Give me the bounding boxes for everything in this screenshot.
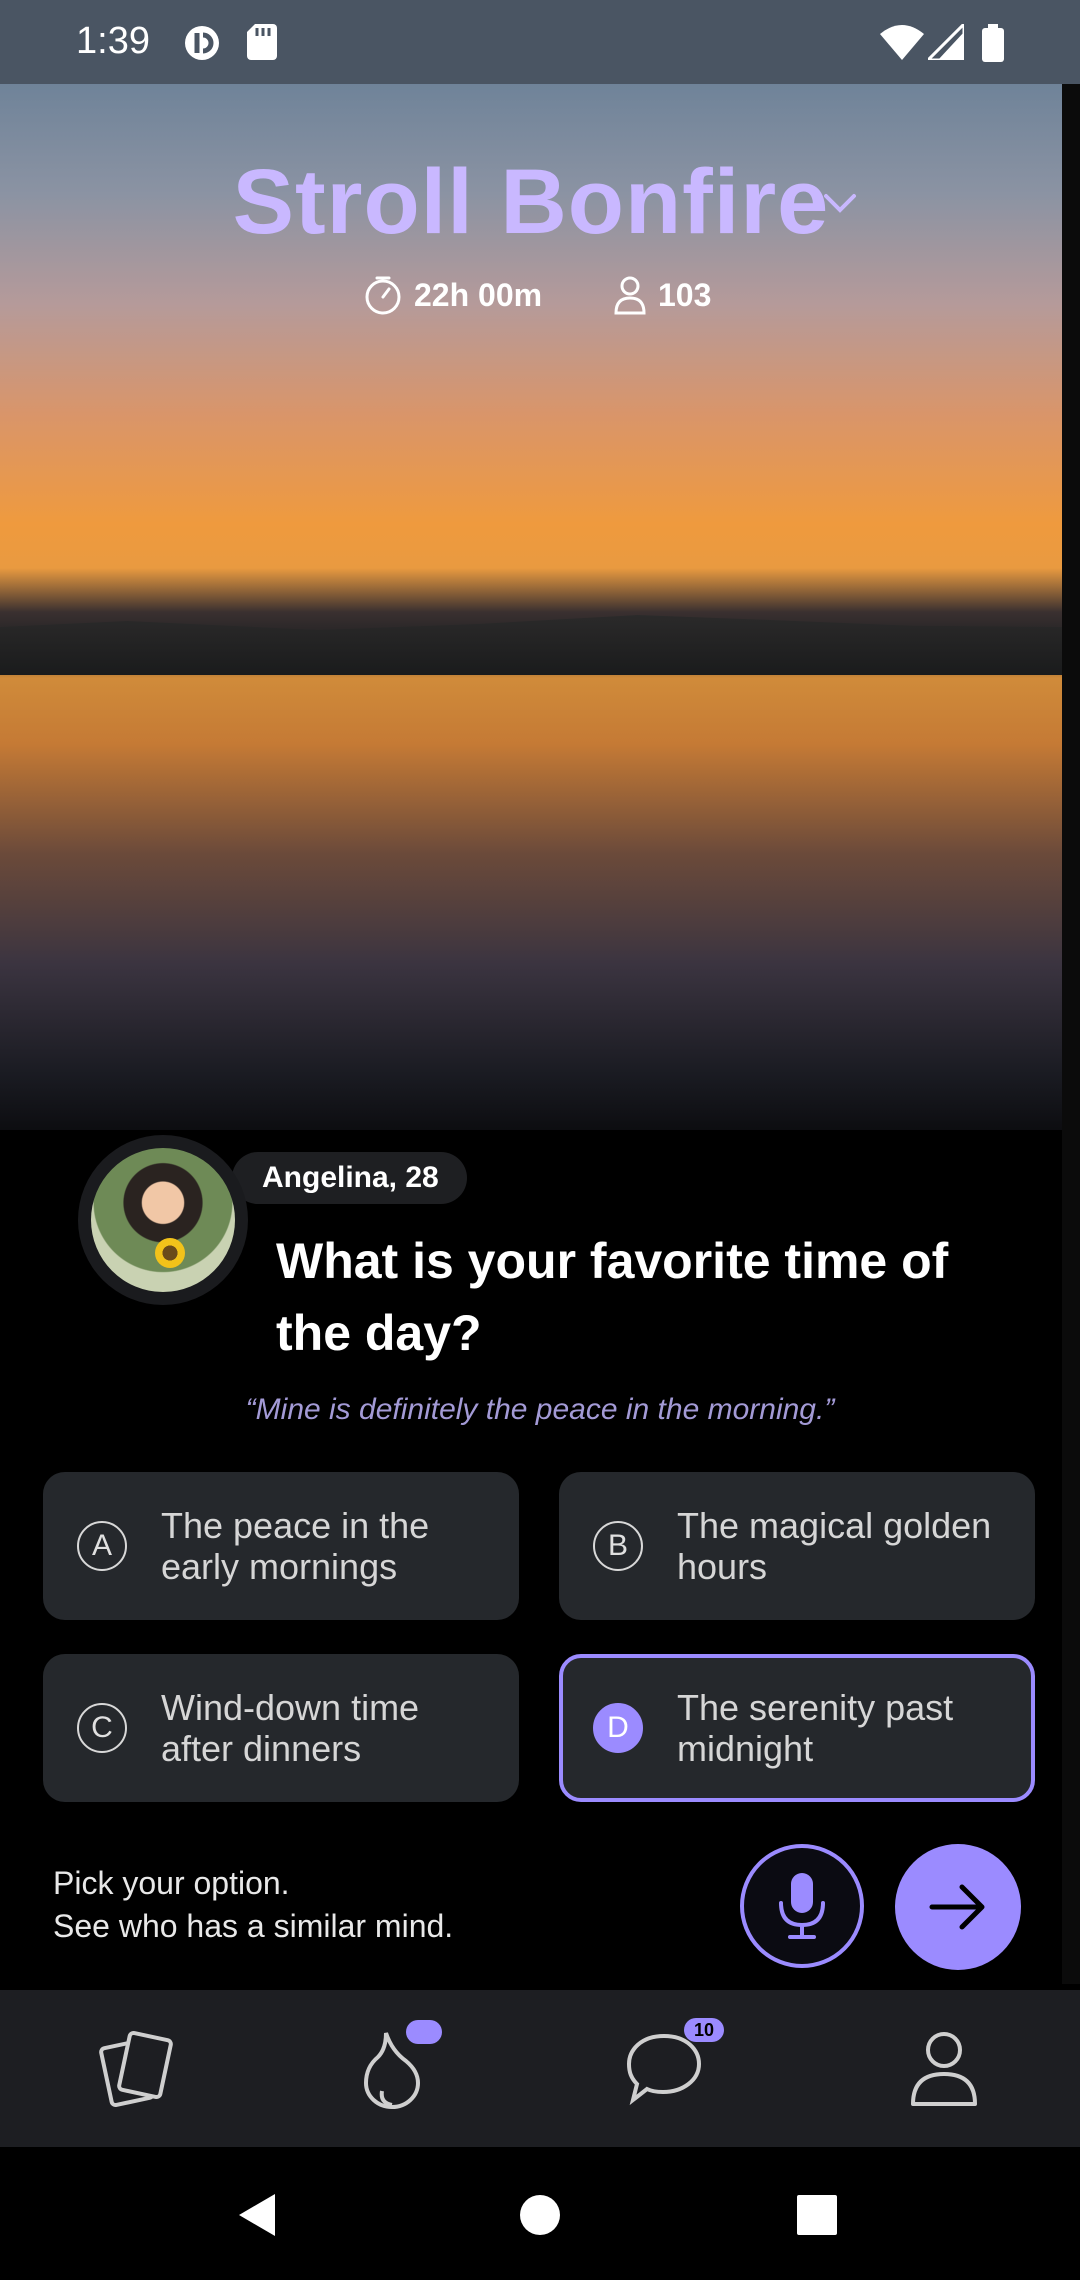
bottom-tab-bar: 10 bbox=[0, 1990, 1080, 2147]
tab-profile[interactable] bbox=[894, 2018, 994, 2118]
option-letter: D bbox=[593, 1703, 643, 1753]
tab-chat[interactable]: 10 bbox=[614, 2018, 724, 2118]
tab-cards[interactable] bbox=[84, 2018, 184, 2118]
option-text: The serenity past midnight bbox=[677, 1687, 954, 1769]
system-nav-bar bbox=[0, 2147, 1080, 2280]
option-text: Wind-down time after dinners bbox=[161, 1687, 420, 1769]
next-button[interactable] bbox=[895, 1844, 1021, 1970]
option-letter: C bbox=[77, 1703, 127, 1753]
prompt-question: What is your favorite time of the day? bbox=[276, 1233, 949, 1361]
option-text: The magical golden hours bbox=[677, 1505, 992, 1587]
room-participants-count: 103 bbox=[658, 276, 712, 313]
status-bar: 1:39 bbox=[0, 0, 1080, 84]
cell-signal-icon bbox=[928, 24, 964, 60]
cards-icon bbox=[99, 2031, 173, 2107]
microphone-icon bbox=[779, 1873, 825, 1939]
voice-answer-button[interactable] bbox=[740, 1844, 864, 1968]
person-icon bbox=[614, 276, 646, 315]
prompt-quote: “Mine is definitely the peace in the mor… bbox=[245, 1393, 835, 1426]
arrow-right-icon bbox=[929, 1884, 985, 1930]
hint-line-2: See who has a similar mind. bbox=[53, 1908, 454, 1944]
room-title[interactable]: Stroll Bonfire bbox=[0, 150, 1062, 255]
battery-icon bbox=[982, 24, 1004, 62]
option-text: The peace in the early mornings bbox=[161, 1505, 430, 1587]
stopwatch-icon bbox=[365, 276, 401, 315]
author-name-pill: Angelina, 28 bbox=[232, 1152, 467, 1204]
option-a[interactable]: A The peace in the early mornings bbox=[43, 1472, 519, 1620]
room-timer-text: 22h 00m bbox=[414, 276, 543, 313]
option-b[interactable]: B The magical golden hours bbox=[559, 1472, 1035, 1620]
option-letter: B bbox=[593, 1521, 643, 1571]
recents-icon[interactable] bbox=[797, 2195, 837, 2235]
author-name: Angelina, 28 bbox=[262, 1161, 439, 1194]
option-d[interactable]: D The serenity past midnight bbox=[559, 1654, 1035, 1802]
tab-bonfire[interactable] bbox=[344, 2018, 444, 2118]
wifi-icon bbox=[880, 25, 924, 60]
back-icon[interactable] bbox=[235, 2192, 281, 2238]
hint-line-1: Pick your option. bbox=[53, 1865, 290, 1901]
author-avatar[interactable] bbox=[78, 1135, 248, 1305]
room-participants: 103 bbox=[614, 275, 711, 315]
avatar-photo bbox=[91, 1148, 235, 1292]
room-timer: 22h 00m bbox=[364, 275, 542, 315]
home-icon[interactable] bbox=[518, 2193, 562, 2237]
option-c[interactable]: C Wind-down time after dinners bbox=[43, 1654, 519, 1802]
screen-edge bbox=[1062, 84, 1080, 1984]
bonfire-badge bbox=[406, 2020, 442, 2044]
option-letter: A bbox=[77, 1521, 127, 1571]
status-time: 1:39 bbox=[76, 20, 150, 62]
profile-icon bbox=[911, 2032, 977, 2106]
chevron-down-icon[interactable] bbox=[820, 190, 860, 216]
hint-text: Pick your option. See who has a similar … bbox=[53, 1862, 453, 1948]
app-notification-icon bbox=[185, 26, 219, 60]
chat-badge: 10 bbox=[684, 2018, 724, 2042]
sd-card-icon bbox=[247, 24, 277, 60]
